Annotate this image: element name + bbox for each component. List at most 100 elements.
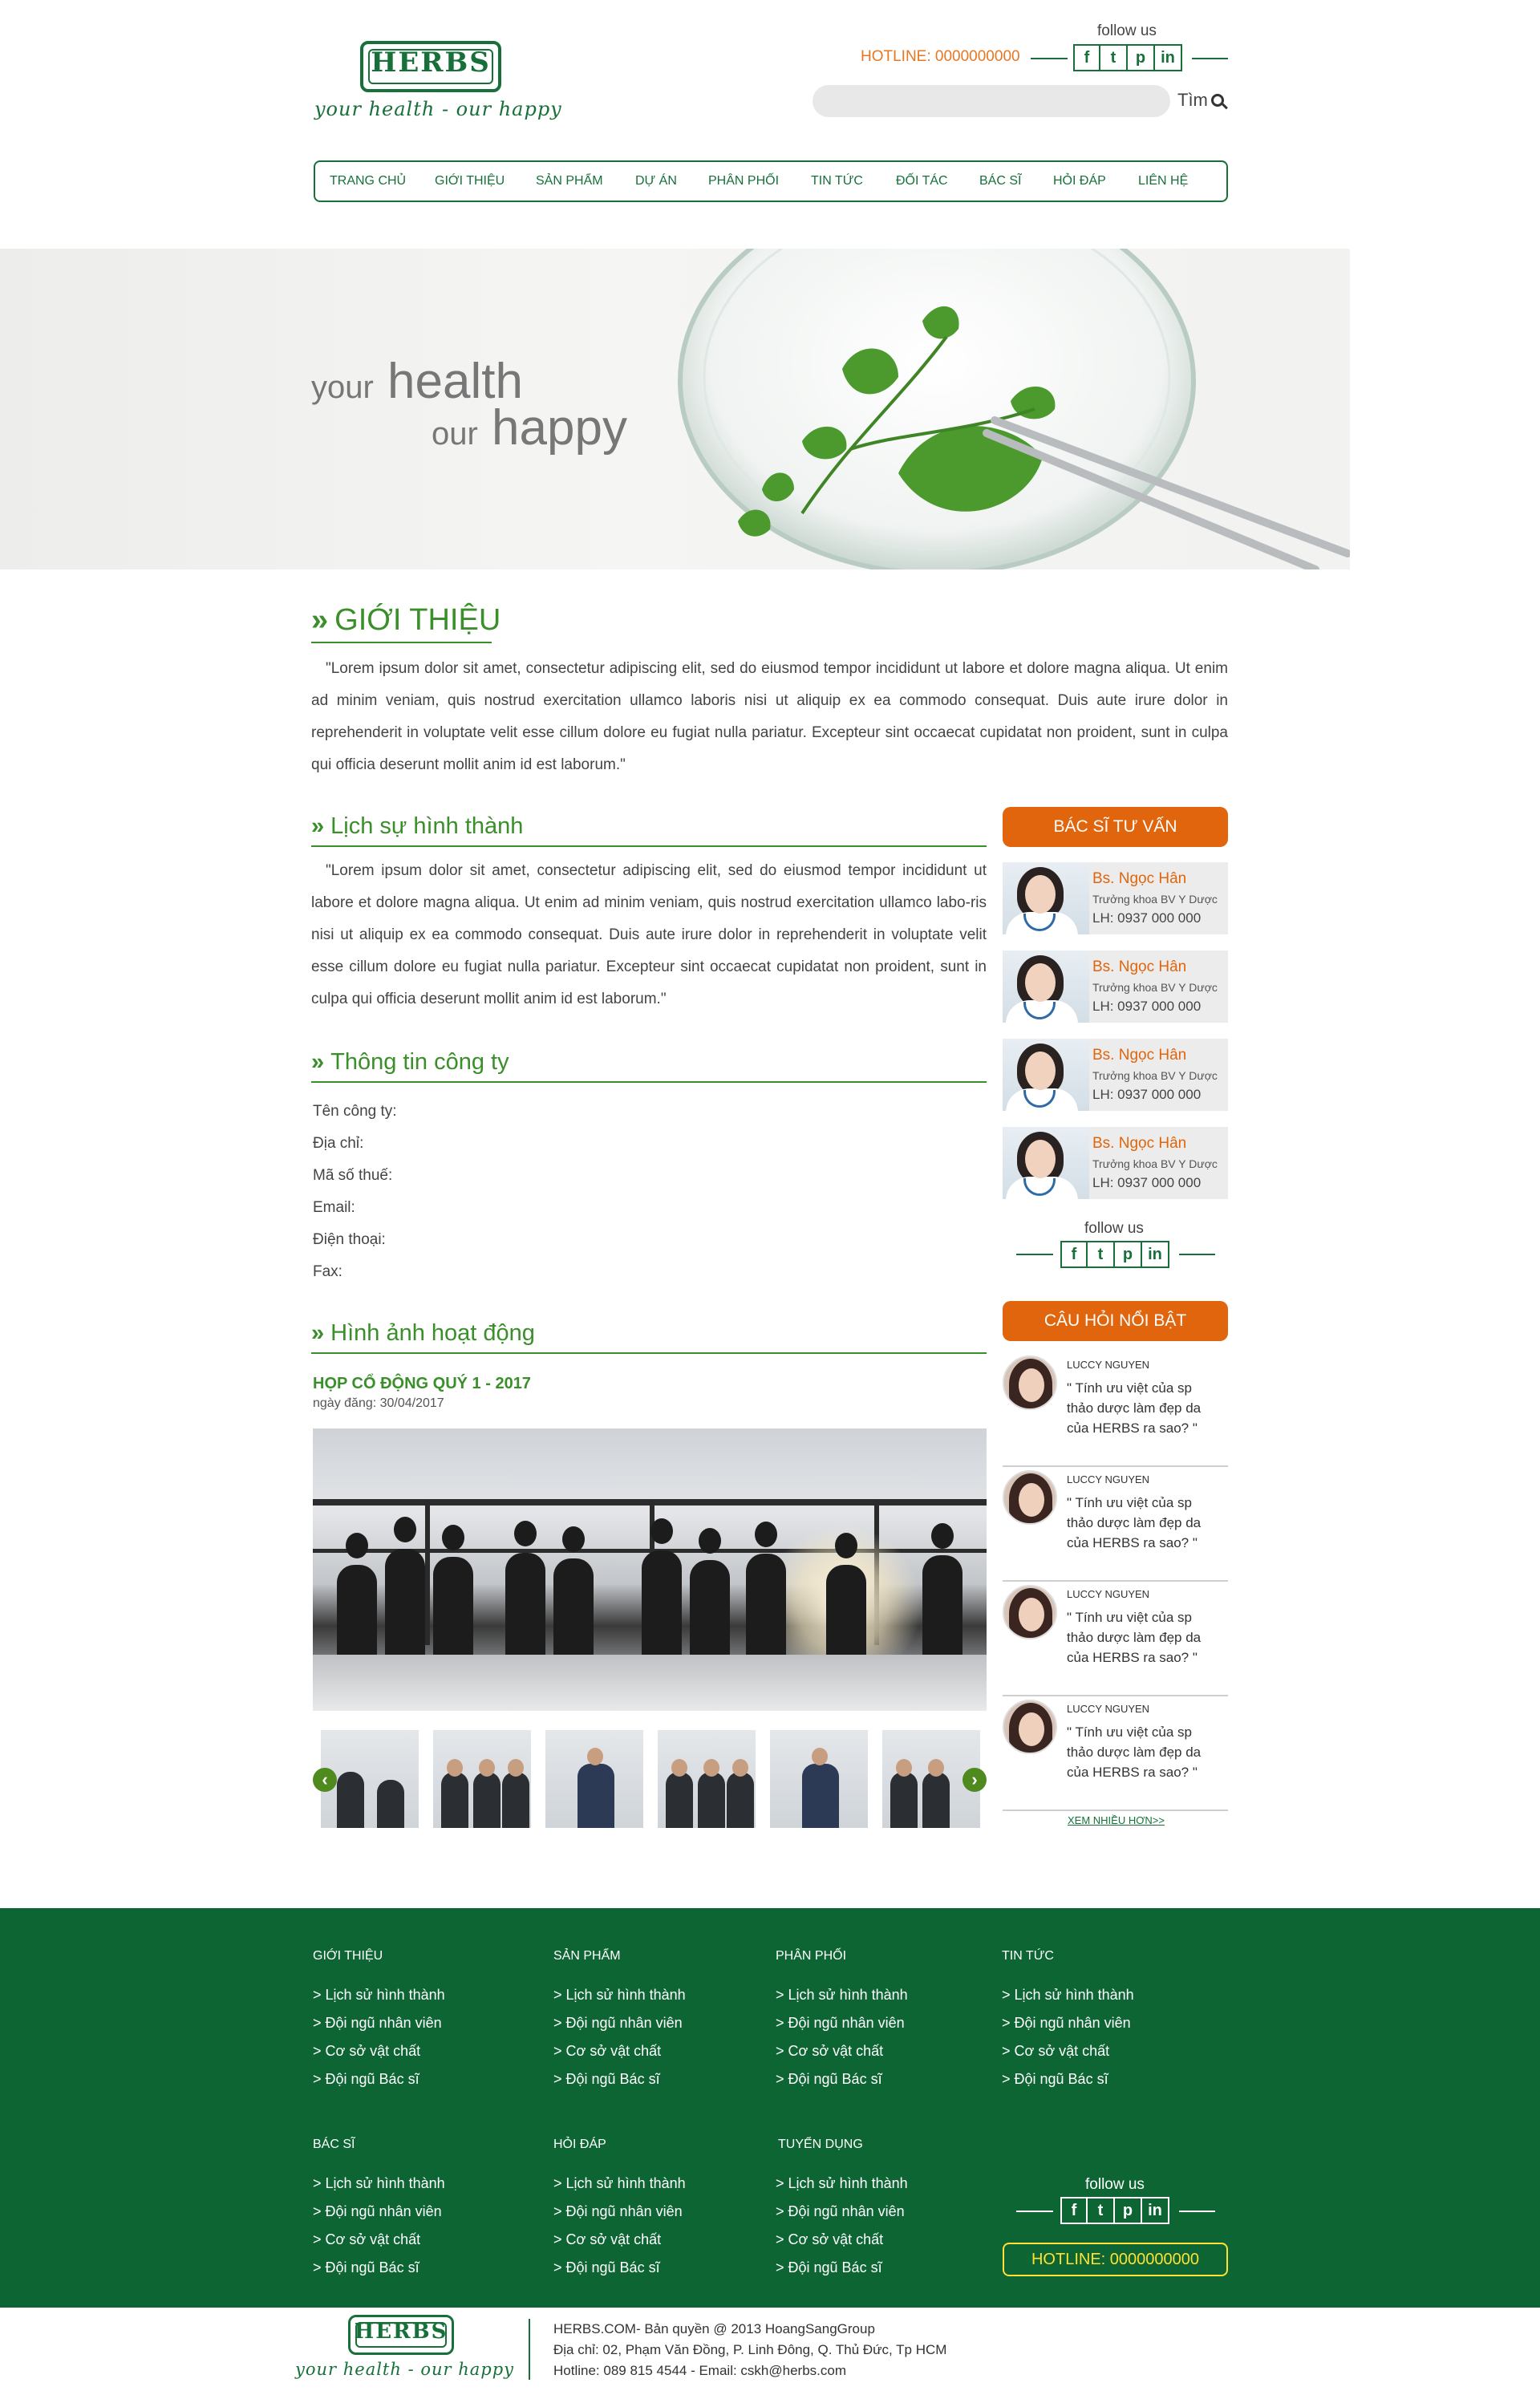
silhouette <box>505 1553 545 1661</box>
linkedin-icon[interactable]: in <box>1142 1241 1169 1268</box>
divider-line <box>1192 58 1228 59</box>
footer-link[interactable]: > Đội ngũ Bác sĩ <box>553 2259 660 2276</box>
pinterest-icon[interactable]: p <box>1115 1241 1142 1268</box>
footer-col-title[interactable]: PHÂN PHỐI <box>776 1949 846 1963</box>
pinterest-icon[interactable]: p <box>1115 2197 1142 2224</box>
footer-col-title[interactable]: TUYỂN DỤNG <box>778 2138 863 2152</box>
divider-line <box>1031 58 1068 59</box>
footer-hotline-button[interactable]: HOTLINE: 0000000000 <box>1003 2243 1228 2276</box>
footer-link[interactable]: > Cơ sở vật chất <box>313 2231 420 2248</box>
search-input[interactable] <box>813 85 1170 117</box>
facebook-icon[interactable]: f <box>1060 2197 1088 2224</box>
header-hotline[interactable]: HOTLINE: 0000000000 <box>861 48 1020 66</box>
footer <box>0 1908 1540 2308</box>
petri-dish-illustration <box>678 249 1352 569</box>
question-item[interactable]: LUCCY NGUYEN " Tính ưu việt của sp thảo … <box>1003 1582 1228 1696</box>
question-item[interactable]: LUCCY NGUYEN " Tính ưu việt của sp thảo … <box>1003 1352 1228 1467</box>
footer-link[interactable]: > Đội ngũ Bác sĩ <box>553 2071 660 2088</box>
footer-link[interactable]: > Đội ngũ nhân viên <box>553 2203 683 2220</box>
footer-col-title[interactable]: TIN TỨC <box>1002 1949 1054 1963</box>
carousel-next-icon[interactable]: › <box>962 1768 987 1792</box>
facebook-icon[interactable]: f <box>1073 44 1100 71</box>
sidebar-social-links: f t p in <box>1060 1241 1169 1268</box>
doctors-consult-button[interactable]: BÁC SĨ TƯ VẤN <box>1003 807 1228 847</box>
footer-link[interactable]: > Đội ngũ Bác sĩ <box>776 2259 882 2276</box>
event-thumbnail[interactable] <box>658 1730 756 1828</box>
twitter-icon[interactable]: t <box>1088 1241 1115 1268</box>
doctor-name: Bs. Ngọc Hân <box>1092 870 1187 887</box>
question-author: LUCCY NGUYEN <box>1067 1588 1150 1600</box>
twitter-icon[interactable]: t <box>1100 44 1128 71</box>
facebook-icon[interactable]: f <box>1060 1241 1088 1268</box>
banner-edge <box>1350 249 1540 569</box>
nav-item-projects[interactable]: DỰ ÁN <box>635 174 708 188</box>
event-thumbnail[interactable] <box>770 1730 868 1828</box>
footer-col-title[interactable]: SẢN PHẨM <box>553 1949 621 1963</box>
silhouette-head <box>442 1525 464 1550</box>
footer-link[interactable]: > Đội ngũ nhân viên <box>313 2203 442 2220</box>
view-more-link[interactable]: XEM NHIỀU HƠN>> <box>1068 1814 1165 1826</box>
doctor-name: Bs. Ngọc Hân <box>1092 1047 1187 1064</box>
linkedin-icon[interactable]: in <box>1155 44 1182 71</box>
footer-link[interactable]: > Lịch sử hình thành <box>553 2175 686 2192</box>
event-main-photo[interactable] <box>313 1429 987 1711</box>
doctor-card[interactable]: Bs. Ngọc Hân Trưởng khoa BV Y Dược LH: 0… <box>1003 1039 1228 1111</box>
footer-link[interactable]: > Lịch sử hình thành <box>313 2175 445 2192</box>
footer-link[interactable]: > Đội ngũ nhân viên <box>1002 2015 1131 2032</box>
footer-link[interactable]: > Đội ngũ nhân viên <box>776 2015 905 2032</box>
logo-text: HERBS <box>354 2320 448 2344</box>
nav-item-partners[interactable]: ĐỐI TÁC <box>896 174 979 188</box>
silhouette-head <box>835 1533 857 1558</box>
footer-link[interactable]: > Cơ sở vật chất <box>776 2231 883 2248</box>
doctor-phone: LH: 0937 000 000 <box>1092 1175 1202 1190</box>
footer-col-title[interactable]: BÁC SĨ <box>313 2138 355 2152</box>
silhouette <box>922 1555 962 1661</box>
footer-link[interactable]: > Đội ngũ Bác sĩ <box>313 2071 419 2088</box>
footer-link[interactable]: > Lịch sử hình thành <box>313 1987 445 2004</box>
footer-link[interactable]: > Đội ngũ nhân viên <box>553 2015 683 2032</box>
nav-item-products[interactable]: SẢN PHẨM <box>536 174 635 188</box>
thumb-figure <box>578 1764 614 1828</box>
footer-link[interactable]: > Đội ngũ nhân viên <box>313 2015 442 2032</box>
linkedin-icon[interactable]: in <box>1142 2197 1169 2224</box>
question-item[interactable]: LUCCY NGUYEN " Tính ưu việt của sp thảo … <box>1003 1467 1228 1582</box>
search-button[interactable]: Tìm <box>1177 90 1224 111</box>
footer-link[interactable]: > Cơ sở vật chất <box>553 2043 661 2060</box>
footer-link[interactable]: > Đội ngũ nhân viên <box>776 2203 905 2220</box>
event-thumbnail[interactable] <box>433 1730 531 1828</box>
footer-link[interactable]: > Lịch sử hình thành <box>553 1987 686 2004</box>
footer-link[interactable]: > Lịch sử hình thành <box>1002 1987 1134 2004</box>
question-text: " Tính ưu việt của sp thảo dược làm đẹp … <box>1067 1724 1202 1780</box>
silhouette-head <box>346 1533 368 1558</box>
question-item[interactable]: LUCCY NGUYEN " Tính ưu việt của sp thảo … <box>1003 1696 1228 1811</box>
logo-slogan: your health - our happy <box>314 98 562 120</box>
event-title[interactable]: HỌP CỔ ĐỘNG QUÝ 1 - 2017 <box>313 1375 531 1393</box>
doctor-card[interactable]: Bs. Ngọc Hân Trưởng khoa BV Y Dược LH: 0… <box>1003 862 1228 934</box>
twitter-icon[interactable]: t <box>1088 2197 1115 2224</box>
carousel-prev-icon[interactable]: ‹ <box>313 1768 337 1792</box>
footer-link[interactable]: > Lịch sử hình thành <box>776 2175 908 2192</box>
nav-item-distribution[interactable]: PHÂN PHỐI <box>708 174 811 188</box>
footer-link[interactable]: > Lịch sử hình thành <box>776 1987 908 2004</box>
footer-link[interactable]: > Cơ sở vật chất <box>776 2043 883 2060</box>
footer-link[interactable]: > Cơ sở vật chất <box>1002 2043 1109 2060</box>
pinterest-icon[interactable]: p <box>1128 44 1155 71</box>
nav-item-doctors[interactable]: BÁC SĨ <box>979 174 1053 188</box>
nav-item-home[interactable]: TRANG CHỦ <box>330 174 435 188</box>
featured-questions-button[interactable]: CÂU HỎI NỔI BẬT <box>1003 1301 1228 1341</box>
event-thumbnail[interactable] <box>545 1730 643 1828</box>
footer-col-title[interactable]: HỎI ĐÁP <box>553 2138 606 2152</box>
footer-link[interactable]: > Đội ngũ Bác sĩ <box>776 2071 882 2088</box>
main-nav: TRANG CHỦ GIỚI THIỆU SẢN PHẨM DỰ ÁN PHÂN… <box>314 160 1228 202</box>
footer-link[interactable]: > Đội ngũ Bác sĩ <box>313 2259 419 2276</box>
doctor-card[interactable]: Bs. Ngọc Hân Trưởng khoa BV Y Dược LH: 0… <box>1003 950 1228 1023</box>
doctor-card[interactable]: Bs. Ngọc Hân Trưởng khoa BV Y Dược LH: 0… <box>1003 1127 1228 1199</box>
nav-item-news[interactable]: TIN TỨC <box>811 174 896 188</box>
nav-item-about[interactable]: GIỚI THIỆU <box>435 174 536 188</box>
footer-link[interactable]: > Cơ sở vật chất <box>313 2043 420 2060</box>
footer-link[interactable]: > Đội ngũ Bác sĩ <box>1002 2071 1108 2088</box>
nav-item-contact[interactable]: LIÊN HỆ <box>1138 174 1202 188</box>
footer-col-title[interactable]: GIỚI THIỆU <box>313 1949 383 1963</box>
nav-item-faq[interactable]: HỎI ĐÁP <box>1053 174 1138 188</box>
footer-link[interactable]: > Cơ sở vật chất <box>553 2231 661 2248</box>
